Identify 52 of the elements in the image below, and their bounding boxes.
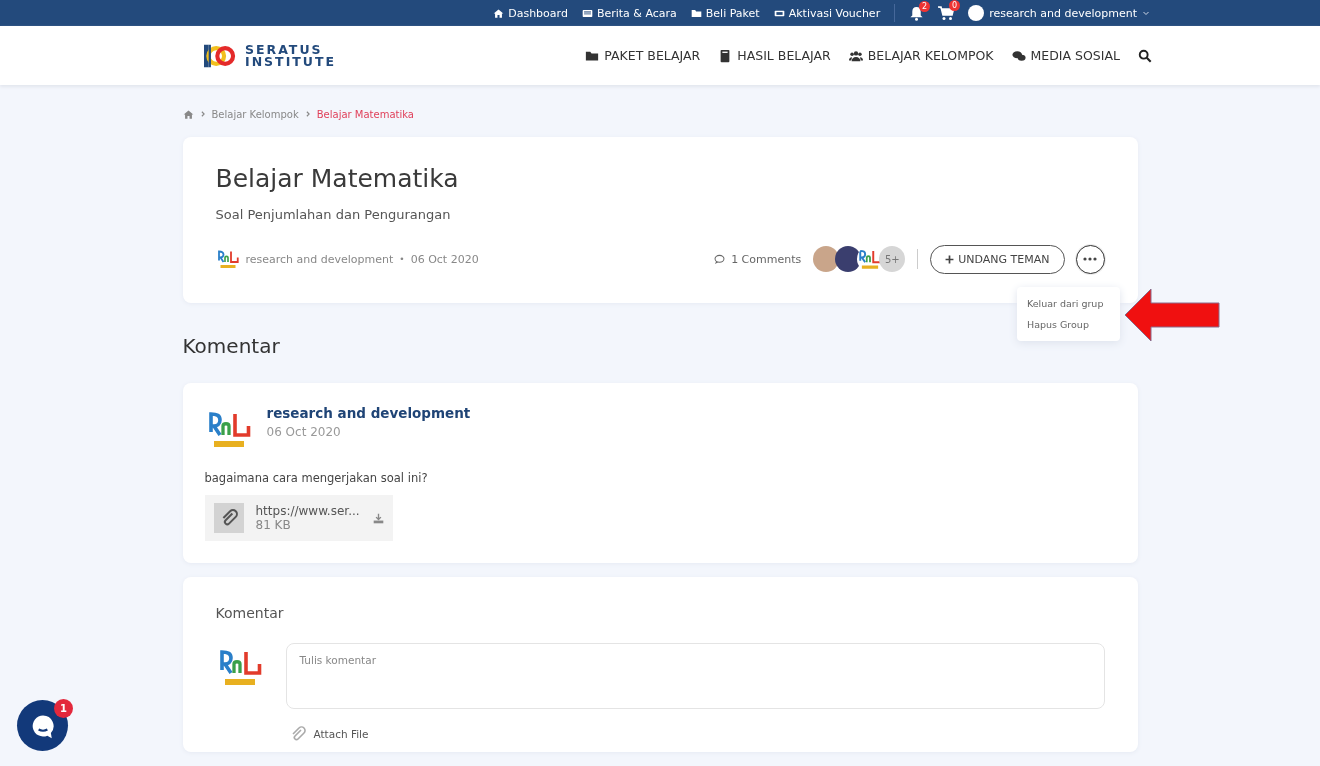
- logo-text: INSTITUTE: [245, 55, 337, 68]
- notification-badge: 2: [919, 0, 931, 12]
- nav-link[interactable]: PAKET BELAJAR: [585, 48, 701, 63]
- top-nav-link[interactable]: Beli Paket: [690, 6, 760, 20]
- nav-link[interactable]: HASIL BELAJAR: [718, 48, 831, 63]
- menu-item[interactable]: Hapus Group: [1017, 314, 1120, 335]
- house-icon: [182, 108, 194, 120]
- chat-badge: 1: [54, 699, 73, 718]
- post-date: 06 Oct 2020: [410, 252, 479, 266]
- section-heading: Komentar: [182, 333, 281, 359]
- attachment-size: 81 KB: [255, 518, 292, 532]
- logo-text: SERATUS: [245, 43, 324, 56]
- group-title: Belajar Matematika: [215, 163, 460, 195]
- users-icon: [848, 48, 863, 63]
- house-icon: [493, 7, 505, 19]
- top-nav-link[interactable]: Dashboard: [493, 6, 568, 20]
- top-nav-link[interactable]: Berita & Acara: [581, 6, 677, 20]
- more-members-count: 5+: [879, 246, 906, 272]
- nav-link[interactable]: MEDIA SOSIAL: [1011, 48, 1120, 63]
- user-menu[interactable]: research and development: [968, 5, 1150, 21]
- separator-dot: •: [399, 254, 405, 264]
- search-icon: [1138, 48, 1152, 63]
- breadcrumb-link[interactable]: Belajar Matematika: [316, 108, 414, 120]
- attach-file-button[interactable]: Attach File: [283, 725, 375, 743]
- top-nav-link[interactable]: Aktivasi Voucher: [773, 6, 881, 20]
- comment-text: bagaimana cara mengerjakan soal ini?: [204, 471, 429, 485]
- breadcrumb-link[interactable]: Belajar Kelompok: [211, 108, 299, 120]
- comment-input[interactable]: Tulis komentar: [285, 643, 1105, 709]
- more-options-button[interactable]: [1075, 244, 1105, 274]
- chat-bubbles-icon: [1011, 48, 1026, 63]
- comment-date: 06 Oct 2020: [266, 425, 342, 439]
- plus-icon: [945, 254, 955, 264]
- nav-link[interactable]: BELAJAR KELOMPOK: [848, 48, 994, 63]
- menu-item[interactable]: Keluar dari grup: [1017, 293, 1120, 314]
- download-icon: [372, 512, 384, 524]
- speech-bubble-icon: [714, 253, 726, 265]
- ellipsis-icon: [1083, 257, 1097, 261]
- chevron-right-icon: [304, 111, 311, 117]
- chat-button[interactable]: [17, 700, 68, 751]
- newspaper-icon: [581, 7, 593, 19]
- chevron-down-icon: [1142, 9, 1150, 17]
- attachment-name: https://www.ser...: [255, 504, 361, 518]
- commenter-name: research and development: [266, 405, 471, 421]
- comment-count: 1 Comments: [731, 252, 802, 266]
- group-subtitle: Soal Penjumlahan dan Pengurangan: [215, 207, 452, 222]
- form-title: Komentar: [215, 605, 285, 621]
- chevron-right-icon: [199, 111, 206, 117]
- invite-button[interactable]: UNDANG TEMAN: [930, 244, 1065, 274]
- user-avatar: [968, 5, 985, 21]
- cart-badge: 0: [949, 0, 961, 11]
- folder-icon: [690, 7, 702, 19]
- author-name: research and development: [245, 252, 394, 266]
